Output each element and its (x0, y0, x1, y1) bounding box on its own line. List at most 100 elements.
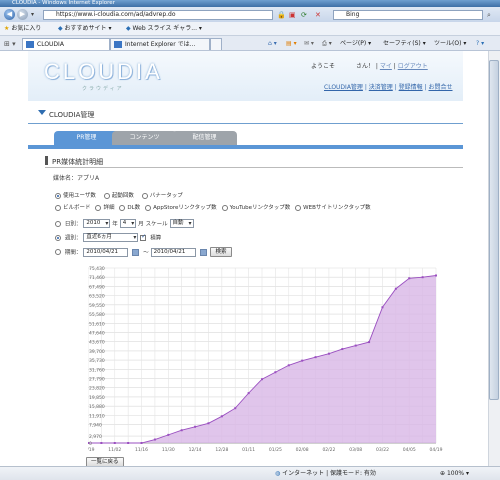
daily-radio[interactable] (55, 220, 61, 227)
metric-dl-radio[interactable]: DL数 (119, 203, 140, 211)
search-input[interactable]: Bing (333, 10, 483, 20)
y-tick-label: 19,850 (89, 395, 105, 401)
mail-icon[interactable]: ✉ ▾ (304, 40, 314, 48)
section-title: CLOUDIA管理 (49, 111, 95, 119)
web-slice-gallery-link[interactable]: ◆ Web スライス ギャラ... ▾ (126, 25, 202, 33)
to-date-input[interactable]: 2010/04/21 (150, 247, 196, 257)
x-tick-label: 11/30 (162, 447, 175, 453)
data-point (261, 378, 263, 381)
home-icon[interactable]: ⌂ ▾ (268, 40, 277, 48)
calendar-icon[interactable] (132, 248, 140, 256)
x-tick-label: 04/05 (403, 447, 416, 453)
print-icon[interactable]: ⎙ ▾ (322, 40, 332, 48)
scrollbar-thumb[interactable] (489, 60, 499, 400)
y-tick-label: 15,880 (89, 404, 105, 410)
back-to-list-button[interactable]: 一覧に戻る (86, 457, 124, 466)
y-tick-label: 43,670 (89, 340, 105, 346)
data-point (247, 392, 250, 395)
scale-select[interactable]: 自動 (169, 219, 194, 228)
data-point (354, 344, 357, 347)
data-point (127, 442, 130, 444)
x-tick-label: 11/02 (108, 447, 121, 453)
internet-zone-status: ◍ インターネット | 保護モード: 有効 (275, 470, 376, 477)
history-dropdown-icon[interactable]: ▾ (31, 11, 34, 18)
tab-contents[interactable]: コンテンツ (112, 131, 177, 145)
weekly-radio[interactable] (55, 234, 61, 241)
forward-button[interactable]: ▶ (17, 9, 28, 20)
metric-options-row-1: 使用ユーザ数 起動回数 バナータップ (55, 191, 189, 199)
address-input[interactable]: https://www.i-cloudia.com/ad/advrep.do (43, 10, 273, 20)
tab-bar: ⊞ ▾ CLOUDIA Internet Explorer では... ⌂ ▾ … (0, 36, 500, 51)
y-tick-label: 51,610 (89, 321, 105, 327)
favorites-button[interactable]: ★ お気に入り (4, 25, 41, 33)
tab-pr-management[interactable]: PR管理 (54, 131, 119, 145)
logout-link[interactable]: ログアウト (398, 63, 428, 70)
y-tick-label: 75,430 (89, 266, 105, 272)
new-tab-button[interactable] (210, 38, 222, 50)
month-select[interactable]: 4 (119, 219, 137, 228)
lock-icon[interactable]: 🔒 (277, 11, 286, 19)
certificate-icon[interactable]: ▣ (289, 11, 296, 19)
x-tick-label: 12/28 (215, 447, 228, 453)
site-header: CLOUDIA クラウディア ようこそ さん！ | マイ | ログアウト CLO… (28, 51, 463, 101)
calendar-icon[interactable] (199, 248, 207, 256)
year-select[interactable]: 2010 (83, 219, 111, 228)
window-title: CLOUDIA - Windows Internet Explorer (0, 0, 500, 7)
mypage-link[interactable]: マイ (380, 63, 392, 70)
cumulative-checkbox[interactable] (140, 233, 146, 241)
search-icon[interactable]: ⌕ (487, 11, 491, 19)
metric-launches-radio[interactable]: 起動回数 (103, 191, 134, 199)
stop-icon[interactable]: ✕ (315, 11, 321, 19)
registration-link[interactable]: 登録情報 (399, 84, 423, 91)
tab-internet-explorer[interactable]: Internet Explorer では... (110, 38, 210, 50)
data-point (234, 407, 237, 410)
metric-appstore-radio[interactable]: AppStoreリンクタップ数 (145, 203, 217, 211)
from-date-input[interactable]: 2010/04/21 (83, 247, 129, 257)
y-tick-label: 55,580 (89, 312, 105, 318)
page-menu[interactable]: ページ(P) ▾ (340, 40, 371, 48)
cloudia-admin-link[interactable]: CLOUDIA管理 (324, 84, 363, 91)
y-tick-label: 63,520 (89, 294, 105, 300)
data-point (220, 415, 223, 418)
x-tick-label: 12/14 (189, 447, 202, 453)
data-point (207, 422, 210, 425)
feeds-icon[interactable]: ▤ ▾ (286, 40, 297, 48)
help-icon[interactable]: ? ▾ (476, 40, 484, 48)
tab-cloudia[interactable]: CLOUDIA (22, 38, 110, 50)
tab-delivery[interactable]: 配信管理 (172, 131, 237, 145)
data-point (394, 287, 397, 290)
contact-link[interactable]: お問合せ (429, 84, 453, 91)
metric-billboard-radio[interactable]: ビルボード (55, 203, 91, 211)
data-point (421, 276, 424, 279)
y-tick-label: 39,700 (89, 349, 105, 355)
globe-icon: ◍ (275, 470, 281, 477)
tabs-underline (28, 145, 463, 149)
data-point (100, 442, 103, 444)
safety-menu[interactable]: セーフティ(S) ▾ (383, 40, 426, 48)
metric-detail-radio[interactable]: 詳細 (95, 203, 114, 211)
quick-tabs-icon[interactable]: ⊞ ▾ (4, 40, 16, 48)
y-tick-label: 7,940 (89, 423, 102, 429)
data-point (327, 352, 330, 355)
metric-youtube-radio[interactable]: YouTubeリンクタップ数 (221, 203, 290, 211)
cumulative-users-chart: 02,970 7,940 11,910 15,880 19,850 23,820 27,79… (88, 263, 448, 456)
welcome-message: ようこそ さん！ | マイ | ログアウト (311, 63, 428, 70)
refresh-icon[interactable]: ⟳ (301, 11, 307, 19)
metric-users-radio[interactable]: 使用ユーザ数 (55, 191, 96, 199)
daily-row: 日別： 2010 年 4 月 スケール 自動 (55, 219, 194, 228)
period-select[interactable]: 直近6ヵ月 (83, 233, 139, 242)
x-tick-label: 03/08 (349, 447, 362, 453)
search-button[interactable]: 検索 (210, 247, 232, 257)
tools-menu[interactable]: ツール(O) ▾ (434, 40, 466, 48)
data-point (368, 341, 371, 344)
back-button[interactable]: ◀ (4, 9, 15, 20)
metric-website-radio[interactable]: WEBサイトリンクタップ数 (295, 203, 371, 211)
period-radio[interactable] (55, 249, 61, 255)
payment-link[interactable]: 決済管理 (369, 84, 393, 91)
metric-banner-tap-radio[interactable]: バナータップ (141, 191, 183, 199)
zoom-level[interactable]: ⊕ 100% ▾ (440, 470, 469, 478)
suggested-sites-link[interactable]: ◆ おすすめサイト ▾ (58, 25, 111, 33)
y-tick-label: 67,490 (89, 284, 105, 290)
data-point (140, 442, 143, 444)
logo-subtitle: クラウディア (82, 86, 124, 92)
